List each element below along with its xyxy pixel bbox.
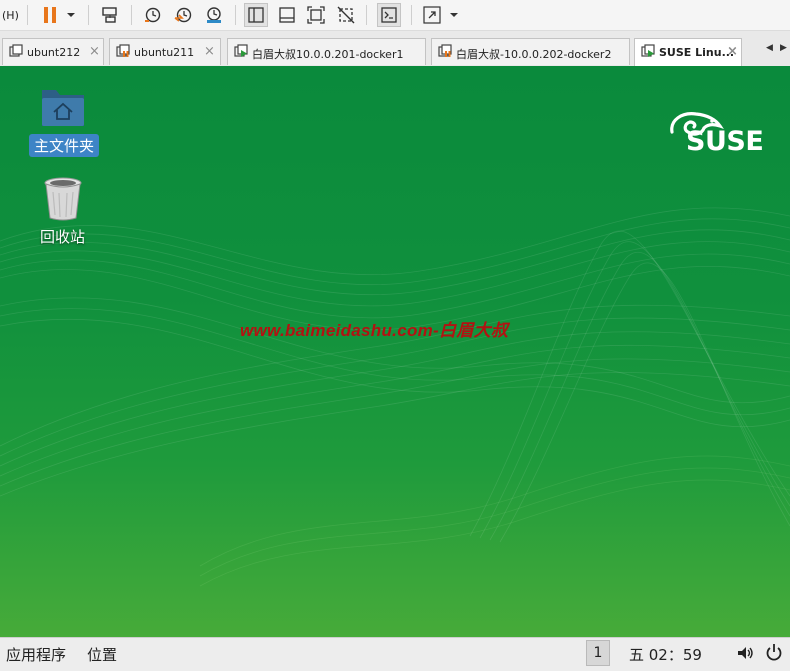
close-tab-icon[interactable]: ×: [204, 44, 215, 59]
vm-running-icon: [641, 44, 655, 61]
scroll-tabs-left-icon[interactable]: ◀: [766, 43, 773, 53]
console-view-button[interactable]: [276, 3, 298, 27]
snapshot-manager-icon: [207, 7, 221, 23]
clock[interactable]: 五 02：59: [629, 644, 702, 665]
tab-docker1[interactable]: 白眉大叔10.0.0.201-docker1: [227, 38, 426, 65]
vm-toolbar: (H): [0, 0, 790, 31]
sidebar-view-icon: [248, 7, 264, 23]
home-folder-label[interactable]: 主文件夹: [29, 134, 100, 157]
tab-suse-linux[interactable]: SUSE Linu... ×: [634, 38, 742, 66]
tab-ubuntu211[interactable]: ubuntu211 ×: [109, 38, 221, 65]
toolbar-separator: [411, 5, 412, 25]
tab-ubunt212[interactable]: ubunt212 ×: [2, 38, 104, 65]
unity-icon: [337, 6, 355, 24]
fullscreen-button[interactable]: [421, 3, 443, 27]
send-ctrl-alt-del-button[interactable]: [99, 3, 121, 27]
toolbar-separator: [88, 5, 89, 25]
applications-menu[interactable]: 应用程序: [6, 644, 66, 665]
tab-label: ubuntu211: [134, 46, 195, 59]
unity-button[interactable]: [335, 3, 357, 27]
trash-icon[interactable]: [43, 176, 83, 222]
tab-label: SUSE Linu...: [659, 46, 735, 59]
tab-docker2[interactable]: 白眉大叔-10.0.0.202-docker2: [431, 38, 630, 65]
fit-guest-button[interactable]: [305, 3, 327, 27]
revert-clock-icon: [174, 7, 192, 23]
vm-off-icon: [9, 44, 23, 61]
power-icon[interactable]: [765, 643, 783, 665]
console-view-icon: [279, 7, 295, 23]
vm-running-icon: [234, 44, 248, 61]
trash-label[interactable]: 回收站: [40, 226, 85, 247]
help-menu-fragment[interactable]: (H): [2, 3, 19, 27]
vm-paused-icon: [116, 44, 130, 61]
tab-label: 白眉大叔10.0.0.201-docker1: [252, 48, 404, 61]
terminal-button[interactable]: [377, 3, 401, 27]
normal-view-button[interactable]: [244, 3, 268, 27]
scroll-tabs-right-icon[interactable]: ▶: [780, 43, 787, 53]
take-snapshot-button[interactable]: [142, 3, 164, 27]
fit-guest-icon: [307, 6, 325, 24]
volume-icon[interactable]: [736, 644, 754, 666]
places-menu[interactable]: 位置: [87, 644, 117, 665]
snapshot-manager-button[interactable]: [203, 3, 225, 27]
fullscreen-icon: [423, 6, 441, 24]
pause-dropdown-button[interactable]: [64, 3, 78, 27]
close-tab-icon[interactable]: ×: [727, 44, 738, 59]
send-keys-icon: [102, 7, 117, 23]
suse-logo-text: SUSE: [686, 126, 764, 157]
watermark-text: www.baimeidashu.com-白眉大叔: [240, 321, 509, 340]
pause-button[interactable]: [40, 3, 60, 27]
chevron-down-icon: [67, 13, 75, 17]
tab-label: ubunt212: [27, 46, 81, 59]
terminal-icon: [381, 7, 397, 23]
pause-icon: [44, 7, 56, 23]
revert-snapshot-button[interactable]: [172, 3, 194, 27]
guest-desktop[interactable]: 主文件夹 回收站 SUSE www.baimeidashu.com-白眉大叔: [0, 66, 790, 637]
fullscreen-dropdown-button[interactable]: [447, 3, 461, 27]
snapshot-clock-icon: [145, 7, 161, 23]
toolbar-separator: [131, 5, 132, 25]
close-tab-icon[interactable]: ×: [89, 44, 100, 59]
vm-tab-bar: ubunt212 × ubuntu211 × 白眉大叔10.0.0.201-do…: [0, 31, 790, 67]
workspace-switcher[interactable]: 1: [586, 640, 610, 666]
tab-label: 白眉大叔-10.0.0.202-docker2: [456, 48, 612, 61]
vm-paused-icon: [438, 44, 452, 61]
toolbar-separator: [366, 5, 367, 25]
chevron-down-icon: [450, 13, 458, 17]
toolbar-separator: [27, 5, 28, 25]
toolbar-separator: [235, 5, 236, 25]
home-folder-icon[interactable]: [40, 86, 86, 128]
wave-background: [0, 207, 790, 587]
gnome-taskbar: 应用程序 位置 1 五 02：59: [0, 637, 790, 671]
